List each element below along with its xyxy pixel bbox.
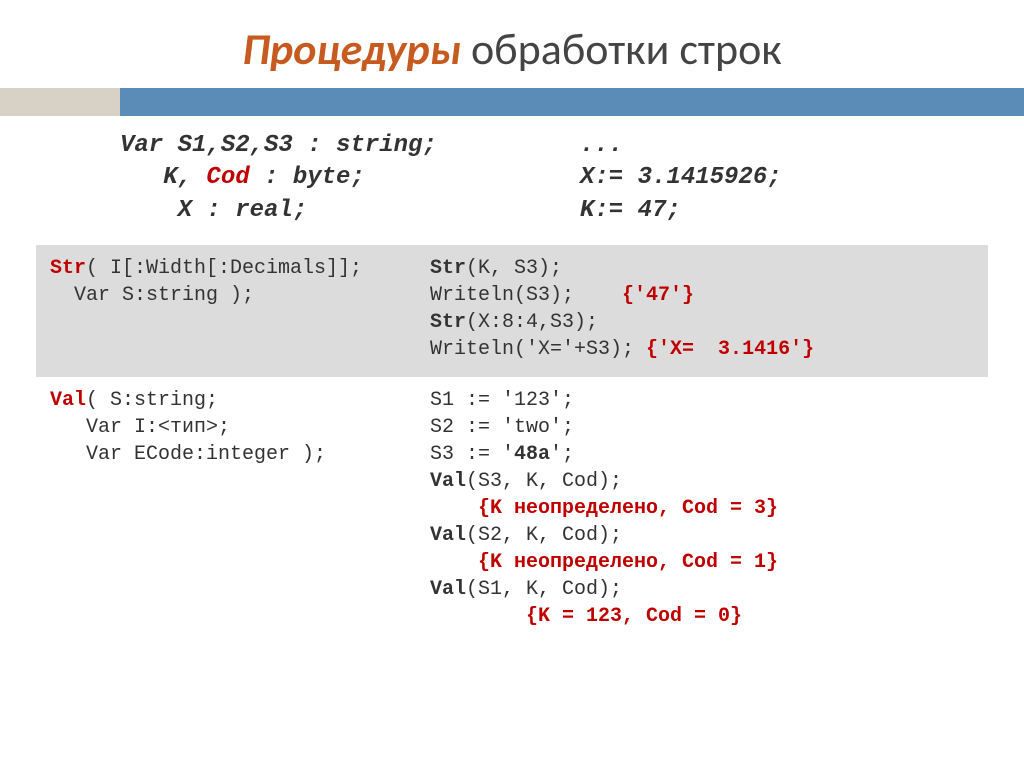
code-line: Str( I[:Width[:Decimals]]; xyxy=(50,255,402,282)
code-line: {K неопределено, Cod = 3} xyxy=(430,495,974,522)
fn-val: Val xyxy=(430,470,466,493)
stripe-left xyxy=(0,88,120,116)
example-cell: Str(K, S3); Writeln(S3); {'47'} Str(X:8:… xyxy=(416,245,988,377)
code-line: Val(S3, K, Cod); xyxy=(430,468,974,495)
fn-val: Val xyxy=(430,524,466,547)
code-line: Writeln('X='+S3); {'X= 3.1416'} xyxy=(430,336,974,363)
code-line: S1 := '123'; xyxy=(430,387,974,414)
stripe-right xyxy=(120,88,1024,116)
code-line: {K = 123, Cod = 0} xyxy=(430,603,974,630)
decl-line: X:= 3.1415926; xyxy=(580,162,984,194)
fn-str: Str xyxy=(50,257,86,280)
decl-line: K:= 47; xyxy=(580,195,984,227)
code-line: Var I:<тип>; xyxy=(50,414,402,441)
table-row: Str( I[:Width[:Decimals]]; Var S:string … xyxy=(36,245,988,377)
syntax-cell: Str( I[:Width[:Decimals]]; Var S:string … xyxy=(36,245,416,377)
code-line: S2 := 'two'; xyxy=(430,414,974,441)
code-line: Var ECode:integer ); xyxy=(50,441,402,468)
declarations-left: Var S1,S2,S3 : string; K, Cod : byte; X … xyxy=(120,130,560,227)
comment: {K неопределено, Cod = 3} xyxy=(430,495,778,522)
title-accent: Процедуры xyxy=(242,22,461,76)
code-line: Val(S1, K, Cod); xyxy=(430,576,974,603)
divider-stripe xyxy=(0,88,1024,116)
example-cell: S1 := '123'; S2 := 'two'; S3 := '48a'; V… xyxy=(416,377,988,644)
comment: {K неопределено, Cod = 1} xyxy=(430,549,778,576)
comment: {'47'} xyxy=(622,284,694,307)
decl-line: X : real; xyxy=(120,195,560,227)
table-row: Val( S:string; Var I:<тип>; Var ECode:in… xyxy=(36,377,988,644)
fn-val: Val xyxy=(50,389,86,412)
declarations: Var S1,S2,S3 : string; K, Cod : byte; X … xyxy=(0,116,1024,245)
code-line: Var S:string ); xyxy=(50,282,402,309)
code-line: Val( S:string; xyxy=(50,387,402,414)
declarations-right: ... X:= 3.1415926; K:= 47; xyxy=(560,130,984,227)
slide-title: Процедуры обработки строк xyxy=(0,22,1024,76)
decl-line: ... xyxy=(580,130,984,162)
code-line: S3 := '48a'; xyxy=(430,441,974,468)
fn-str: Str xyxy=(430,311,466,334)
syntax-cell: Val( S:string; Var I:<тип>; Var ECode:in… xyxy=(36,377,416,644)
decl-line: Var S1,S2,S3 : string; xyxy=(120,130,560,162)
fn-str: Str xyxy=(430,257,466,280)
code-line: Str(K, S3); xyxy=(430,255,974,282)
title-rest: обработки строк xyxy=(461,22,782,76)
procedures-table: Str( I[:Width[:Decimals]]; Var S:string … xyxy=(36,245,988,644)
comment: {'X= 3.1416'} xyxy=(646,338,814,361)
slide-title-wrap: Процедуры обработки строк xyxy=(0,0,1024,88)
decl-line: K, Cod : byte; xyxy=(120,162,560,194)
comment: {K = 123, Cod = 0} xyxy=(430,603,742,630)
code-line: Val(S2, K, Cod); xyxy=(430,522,974,549)
cod-keyword: Cod xyxy=(206,164,249,191)
code-line: Writeln(S3); {'47'} xyxy=(430,282,974,309)
fn-val: Val xyxy=(430,578,466,601)
code-line: Str(X:8:4,S3); xyxy=(430,309,974,336)
code-line: {K неопределено, Cod = 1} xyxy=(430,549,974,576)
